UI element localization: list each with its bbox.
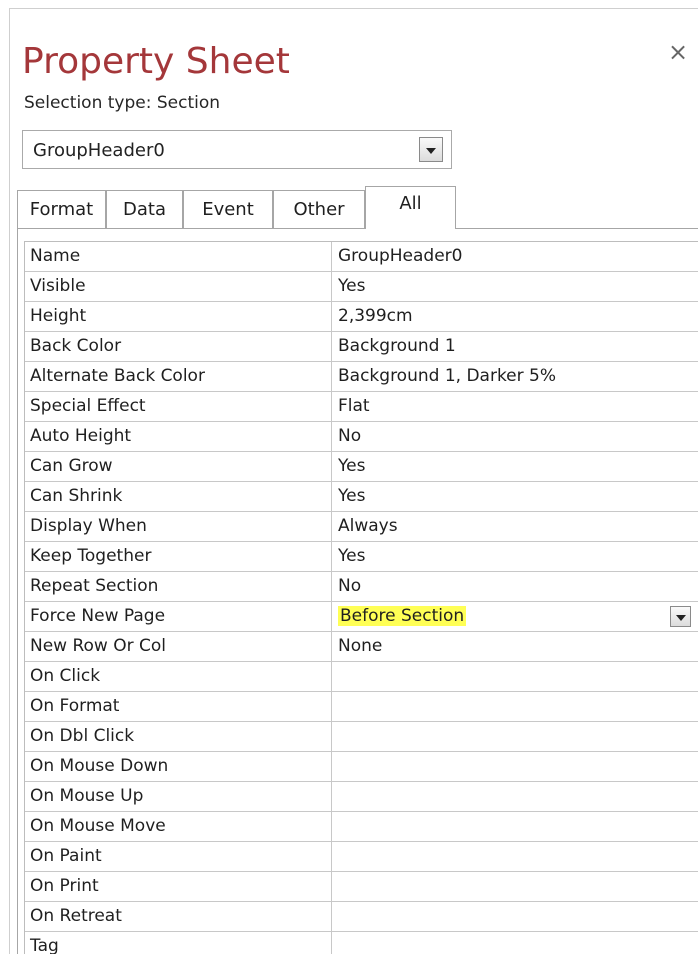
- property-value[interactable]: Background 1: [332, 332, 698, 361]
- property-name: On Retreat: [25, 902, 332, 931]
- close-icon[interactable]: ×: [666, 40, 690, 64]
- property-name: On Paint: [25, 842, 332, 871]
- property-row[interactable]: On Dbl Click: [25, 722, 698, 752]
- object-selector[interactable]: GroupHeader0: [22, 130, 452, 169]
- property-value[interactable]: [332, 662, 698, 691]
- property-row[interactable]: New Row Or Col None: [25, 632, 698, 662]
- property-row[interactable]: Alternate Back Color Background 1, Darker…: [25, 362, 698, 392]
- property-name: Repeat Section: [25, 572, 332, 601]
- property-sheet-title: Property Sheet: [22, 41, 290, 82]
- property-value[interactable]: 2,399cm: [332, 302, 698, 331]
- property-row[interactable]: Height 2,399cm: [25, 302, 698, 332]
- property-row[interactable]: Can Shrink Yes: [25, 482, 698, 512]
- tab-all[interactable]: All: [365, 186, 456, 229]
- property-name: New Row Or Col: [25, 632, 332, 661]
- property-name: Tag: [25, 932, 332, 954]
- property-name: Height: [25, 302, 332, 331]
- tab-other[interactable]: Other: [273, 190, 365, 228]
- property-grid: Name GroupHeader0 Visible Yes Height 2,399cm B…: [24, 241, 698, 954]
- property-value[interactable]: [332, 932, 698, 954]
- property-row[interactable]: On Mouse Move: [25, 812, 698, 842]
- property-row[interactable]: Force New Page Before Section: [25, 602, 698, 632]
- property-name: Alternate Back Color: [25, 362, 332, 391]
- property-value[interactable]: Yes: [332, 542, 698, 571]
- property-value[interactable]: [332, 692, 698, 721]
- property-row[interactable]: Display When Always: [25, 512, 698, 542]
- property-row[interactable]: On Retreat: [25, 902, 698, 932]
- property-value[interactable]: [332, 872, 698, 901]
- highlighted-value: Before Section: [338, 606, 467, 626]
- property-value[interactable]: Background 1, Darker 5%: [332, 362, 698, 391]
- property-row[interactable]: Back Color Background 1: [25, 332, 698, 362]
- property-row[interactable]: Special Effect Flat: [25, 392, 698, 422]
- tab-format[interactable]: Format: [17, 190, 106, 228]
- property-value[interactable]: No: [332, 572, 698, 601]
- value-dropdown-button[interactable]: [670, 606, 691, 627]
- property-row[interactable]: Repeat Section No: [25, 572, 698, 602]
- property-row[interactable]: On Format: [25, 692, 698, 722]
- property-value[interactable]: [332, 752, 698, 781]
- property-row[interactable]: On Click: [25, 662, 698, 692]
- property-row[interactable]: On Mouse Up: [25, 782, 698, 812]
- property-value[interactable]: [332, 722, 698, 751]
- property-name: On Click: [25, 662, 332, 691]
- property-name: Visible: [25, 272, 332, 301]
- property-name: On Mouse Move: [25, 812, 332, 841]
- property-row[interactable]: On Print: [25, 872, 698, 902]
- property-value[interactable]: [332, 842, 698, 871]
- property-name: On Mouse Up: [25, 782, 332, 811]
- property-row[interactable]: Visible Yes: [25, 272, 698, 302]
- property-name: Special Effect: [25, 392, 332, 421]
- property-name: Keep Together: [25, 542, 332, 571]
- property-row[interactable]: Name GroupHeader0: [25, 242, 698, 272]
- selection-type-label: Selection type: Section: [24, 93, 221, 113]
- property-name: Can Grow: [25, 452, 332, 481]
- property-value[interactable]: Yes: [332, 452, 698, 481]
- property-value[interactable]: Yes: [332, 482, 698, 511]
- property-row[interactable]: Keep Together Yes: [25, 542, 698, 572]
- property-value[interactable]: [332, 902, 698, 931]
- property-name: On Print: [25, 872, 332, 901]
- property-name: Back Color: [25, 332, 332, 361]
- property-value[interactable]: None: [332, 632, 698, 661]
- property-value[interactable]: Always: [332, 512, 698, 541]
- property-name: On Mouse Down: [25, 752, 332, 781]
- property-name: Can Shrink: [25, 482, 332, 511]
- property-row[interactable]: Can Grow Yes: [25, 452, 698, 482]
- tab-event[interactable]: Event: [183, 190, 273, 228]
- property-value[interactable]: Before Section: [332, 602, 698, 631]
- tab-data[interactable]: Data: [106, 190, 183, 228]
- property-value[interactable]: GroupHeader0: [332, 242, 698, 271]
- property-name: Display When: [25, 512, 332, 541]
- chevron-down-icon: [426, 147, 436, 154]
- property-name: Name: [25, 242, 332, 271]
- property-row[interactable]: Auto Height No: [25, 422, 698, 452]
- property-value[interactable]: [332, 812, 698, 841]
- property-value[interactable]: No: [332, 422, 698, 451]
- object-selector-value: GroupHeader0: [33, 140, 165, 161]
- property-value[interactable]: Flat: [332, 392, 698, 421]
- property-name: On Format: [25, 692, 332, 721]
- property-value[interactable]: Yes: [332, 272, 698, 301]
- selector-dropdown-button[interactable]: [419, 137, 443, 162]
- chevron-down-icon: [675, 614, 686, 621]
- property-name: On Dbl Click: [25, 722, 332, 751]
- property-row[interactable]: On Mouse Down: [25, 752, 698, 782]
- property-row[interactable]: On Paint: [25, 842, 698, 872]
- property-name: Auto Height: [25, 422, 332, 451]
- property-value[interactable]: [332, 782, 698, 811]
- property-row[interactable]: Tag: [25, 932, 698, 954]
- property-name: Force New Page: [25, 602, 332, 631]
